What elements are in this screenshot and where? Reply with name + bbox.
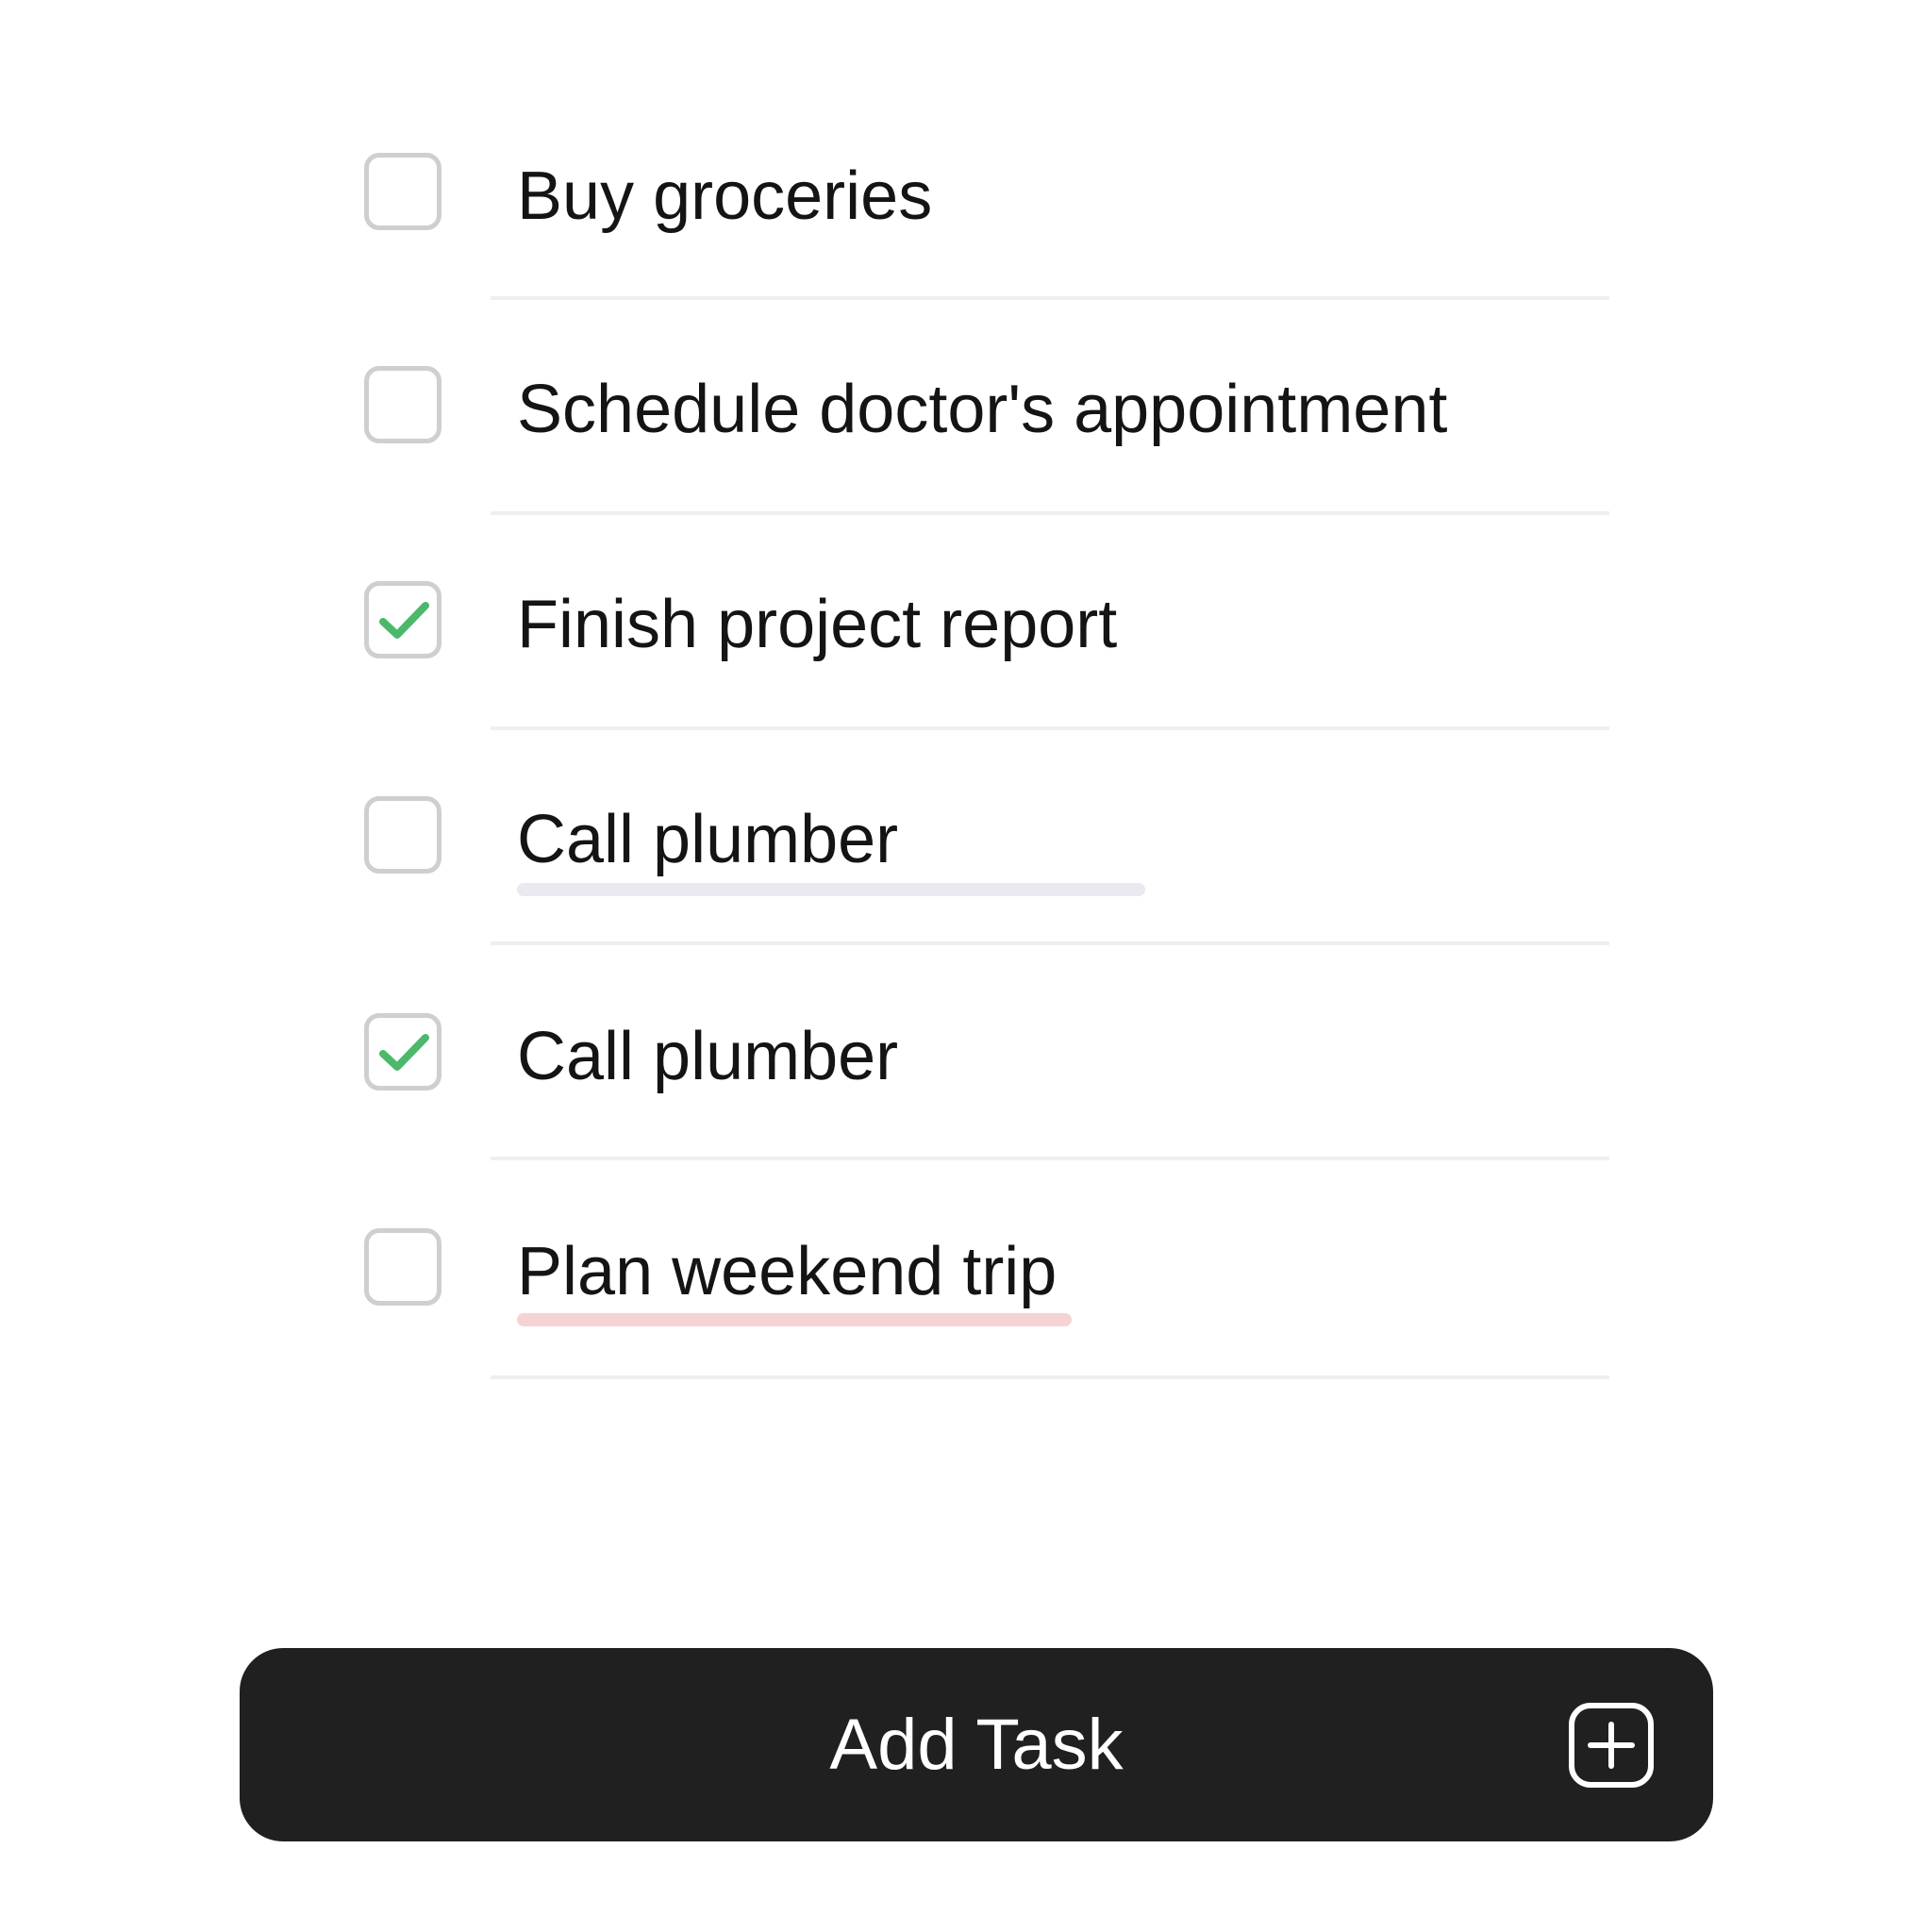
checkmark-icon (379, 602, 429, 639)
task-checkbox[interactable] (364, 1013, 441, 1091)
task-label: Schedule doctor's appointment (517, 372, 1448, 447)
task-label: Call plumber (517, 802, 899, 877)
task-row: Call plumber (0, 947, 1932, 1162)
task-checkbox[interactable] (364, 366, 441, 443)
divider (491, 1157, 1609, 1160)
task-row: Plan weekend trip (0, 1162, 1932, 1379)
task-label: Plan weekend trip (517, 1234, 1058, 1309)
task-row: Call plumber (0, 732, 1932, 947)
divider (491, 726, 1609, 730)
divider (491, 296, 1609, 300)
todo-screen: Buy groceries Schedule doctor's appointm… (0, 0, 1932, 1932)
checkmark-icon (379, 1034, 429, 1071)
task-label: Finish project report (517, 587, 1118, 662)
task-underline (517, 883, 1145, 896)
task-row: Finish project report (0, 517, 1932, 732)
task-checkbox[interactable] (364, 153, 441, 230)
divider (491, 941, 1609, 945)
task-label: Buy groceries (517, 158, 933, 234)
task-checkbox[interactable] (364, 796, 441, 874)
add-task-button[interactable]: Add Task (240, 1648, 1713, 1841)
task-checkbox[interactable] (364, 581, 441, 658)
task-checkbox[interactable] (364, 1228, 441, 1306)
task-label: Call plumber (517, 1019, 899, 1094)
task-row: Schedule doctor's appointment (0, 302, 1932, 517)
divider (491, 1375, 1609, 1379)
task-underline (517, 1313, 1072, 1326)
plus-square-icon (1569, 1703, 1654, 1788)
add-task-label: Add Task (829, 1705, 1124, 1785)
task-row: Buy groceries (0, 87, 1932, 302)
divider (491, 511, 1609, 515)
